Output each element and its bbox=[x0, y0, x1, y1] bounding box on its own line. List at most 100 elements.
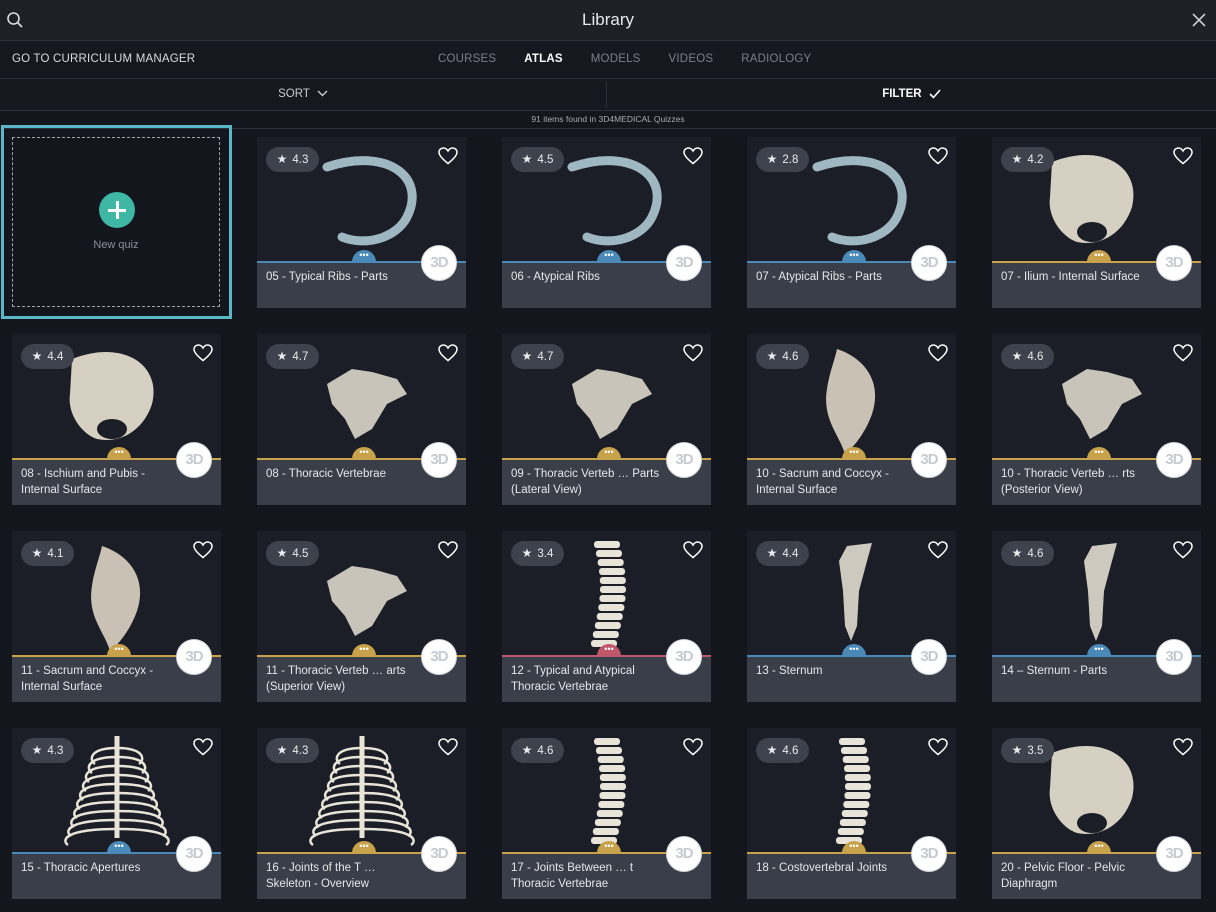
atlas-card[interactable]: 06 - Atypical Ribs ★ 4.5 ••• 3D bbox=[502, 137, 711, 308]
star-icon: ★ bbox=[521, 349, 533, 363]
atlas-card[interactable]: 14 – Sternum - Parts ★ 4.6 ••• 3D bbox=[992, 531, 1201, 702]
new-quiz-card[interactable]: New quiz bbox=[1, 125, 232, 319]
atlas-card[interactable]: 08 - Thoracic Vertebrae ★ 4.7 ••• 3D bbox=[257, 334, 466, 505]
rating-badge: ★ 4.6 bbox=[1001, 344, 1054, 369]
atlas-card[interactable]: 07 - Atypical Ribs - Parts ★ 2.8 ••• 3D bbox=[747, 137, 956, 308]
rating-badge: ★ 3.4 bbox=[511, 541, 564, 566]
atlas-card[interactable]: 13 - Sternum ★ 4.4 ••• 3D bbox=[747, 531, 956, 702]
checkmark-icon bbox=[929, 89, 941, 99]
3d-model-button[interactable]: 3D bbox=[666, 442, 702, 478]
heart-icon[interactable] bbox=[683, 344, 703, 362]
tab-models[interactable]: MODELS bbox=[591, 41, 641, 78]
heart-icon[interactable] bbox=[683, 738, 703, 756]
card-title: 06 - Atypical Ribs bbox=[511, 271, 600, 283]
star-icon: ★ bbox=[276, 743, 288, 757]
heart-icon[interactable] bbox=[1173, 147, 1193, 165]
rating-badge: ★ 4.4 bbox=[21, 344, 74, 369]
atlas-card[interactable]: 11 - Sacrum and Coccyx - Internal Surfac… bbox=[12, 531, 221, 702]
3d-model-button[interactable]: 3D bbox=[421, 245, 457, 281]
sort-button[interactable]: SORT bbox=[0, 79, 606, 110]
rating-value: 4.7 bbox=[292, 351, 309, 363]
atlas-card[interactable]: 17 - Joints Between … t Thoracic Vertebr… bbox=[502, 728, 711, 899]
atlas-card[interactable]: 05 - Typical Ribs - Parts ★ 4.3 ••• 3D bbox=[257, 137, 466, 308]
3d-model-button[interactable]: 3D bbox=[176, 836, 212, 872]
filter-button[interactable]: FILTER bbox=[607, 79, 1216, 110]
add-icon[interactable] bbox=[99, 192, 135, 228]
3d-model-button[interactable]: 3D bbox=[1156, 245, 1192, 281]
rating-value: 4.1 bbox=[47, 548, 64, 560]
3d-model-button[interactable]: 3D bbox=[421, 836, 457, 872]
heart-icon[interactable] bbox=[928, 738, 948, 756]
tab-radiology[interactable]: RADIOLOGY bbox=[741, 41, 811, 78]
3d-model-button[interactable]: 3D bbox=[1156, 639, 1192, 675]
3d-model-button[interactable]: 3D bbox=[421, 639, 457, 675]
tab-videos[interactable]: VIDEOS bbox=[669, 41, 714, 78]
atlas-card[interactable]: 07 - Ilium - Internal Surface ★ 4.2 ••• 3… bbox=[992, 137, 1201, 308]
card-title: 05 - Typical Ribs - Parts bbox=[266, 271, 388, 283]
3d-model-button[interactable]: 3D bbox=[911, 245, 947, 281]
sort-filter-bar: SORT FILTER bbox=[0, 79, 1216, 111]
tab-atlas[interactable]: ATLAS bbox=[524, 41, 562, 78]
rating-value: 4.7 bbox=[537, 351, 554, 363]
star-icon: ★ bbox=[276, 546, 288, 560]
heart-icon[interactable] bbox=[683, 541, 703, 559]
3d-model-button[interactable]: 3D bbox=[911, 442, 947, 478]
atlas-card[interactable]: 15 - Thoracic Apertures ★ 4.3 ••• 3D bbox=[12, 728, 221, 899]
rating-badge: ★ 2.8 bbox=[756, 147, 809, 172]
star-icon: ★ bbox=[766, 152, 778, 166]
heart-icon[interactable] bbox=[683, 147, 703, 165]
rating-badge: ★ 4.5 bbox=[511, 147, 564, 172]
card-title: 18 - Costovertebral Joints bbox=[756, 862, 888, 874]
3d-model-button[interactable]: 3D bbox=[666, 836, 702, 872]
rating-value: 4.2 bbox=[1027, 154, 1044, 166]
tab-courses[interactable]: COURSES bbox=[438, 41, 496, 78]
3d-model-button[interactable]: 3D bbox=[421, 442, 457, 478]
heart-icon[interactable] bbox=[928, 541, 948, 559]
atlas-card[interactable]: 10 - Sacrum and Coccyx - Internal Surfac… bbox=[747, 334, 956, 505]
heart-icon[interactable] bbox=[438, 344, 458, 362]
rating-badge: ★ 4.6 bbox=[756, 738, 809, 763]
3d-model-button[interactable]: 3D bbox=[1156, 442, 1192, 478]
heart-icon[interactable] bbox=[193, 541, 213, 559]
card-title: 11 - Sacrum and Coccyx - Internal Surfac… bbox=[21, 665, 154, 693]
star-icon: ★ bbox=[1011, 546, 1023, 560]
atlas-card[interactable]: 10 - Thoracic Verteb … rts (Posterior Vi… bbox=[992, 334, 1201, 505]
heart-icon[interactable] bbox=[438, 738, 458, 756]
3d-model-button[interactable]: 3D bbox=[176, 639, 212, 675]
card-title: 11 - Thoracic Verteb … arts (Superior Vi… bbox=[266, 665, 406, 693]
heart-icon[interactable] bbox=[438, 541, 458, 559]
star-icon: ★ bbox=[31, 743, 43, 757]
atlas-card[interactable]: 18 - Costovertebral Joints ★ 4.6 ••• 3D bbox=[747, 728, 956, 899]
nav-bar: GO TO CURRICULUM MANAGER COURSES ATLAS M… bbox=[0, 41, 1216, 79]
heart-icon[interactable] bbox=[928, 344, 948, 362]
heart-icon[interactable] bbox=[193, 344, 213, 362]
atlas-card[interactable]: 09 - Thoracic Verteb … Parts (Lateral Vi… bbox=[502, 334, 711, 505]
card-title: 12 - Typical and Atypical Thoracic Verte… bbox=[511, 665, 635, 693]
3d-model-button[interactable]: 3D bbox=[911, 836, 947, 872]
star-icon: ★ bbox=[31, 546, 43, 560]
card-title: 07 - Atypical Ribs - Parts bbox=[756, 271, 882, 283]
star-icon: ★ bbox=[1011, 152, 1023, 166]
atlas-card[interactable]: 12 - Typical and Atypical Thoracic Verte… bbox=[502, 531, 711, 702]
atlas-card[interactable]: 16 - Joints of the T … Skeleton - Overvi… bbox=[257, 728, 466, 899]
3d-model-button[interactable]: 3D bbox=[666, 639, 702, 675]
heart-icon[interactable] bbox=[193, 738, 213, 756]
atlas-card[interactable]: 08 - Ischium and Pubis - Internal Surfac… bbox=[12, 334, 221, 505]
atlas-card[interactable]: 11 - Thoracic Verteb … arts (Superior Vi… bbox=[257, 531, 466, 702]
3d-model-button[interactable]: 3D bbox=[666, 245, 702, 281]
atlas-card[interactable]: 20 - Pelvic Floor - Pelvic Diaphragm ★ 3.… bbox=[992, 728, 1201, 899]
close-icon[interactable] bbox=[1190, 11, 1208, 29]
heart-icon[interactable] bbox=[928, 147, 948, 165]
card-title: 13 - Sternum bbox=[756, 665, 823, 677]
3d-model-button[interactable]: 3D bbox=[1156, 836, 1192, 872]
3d-model-button[interactable]: 3D bbox=[911, 639, 947, 675]
heart-icon[interactable] bbox=[1173, 541, 1193, 559]
heart-icon[interactable] bbox=[438, 147, 458, 165]
heart-icon[interactable] bbox=[1173, 344, 1193, 362]
3d-model-button[interactable]: 3D bbox=[176, 442, 212, 478]
rating-value: 4.5 bbox=[292, 548, 309, 560]
heart-icon[interactable] bbox=[1173, 738, 1193, 756]
curriculum-manager-link[interactable]: GO TO CURRICULUM MANAGER bbox=[12, 41, 195, 78]
card-title: 09 - Thoracic Verteb … Parts (Lateral Vi… bbox=[511, 468, 660, 496]
page-title: Library bbox=[582, 10, 634, 29]
